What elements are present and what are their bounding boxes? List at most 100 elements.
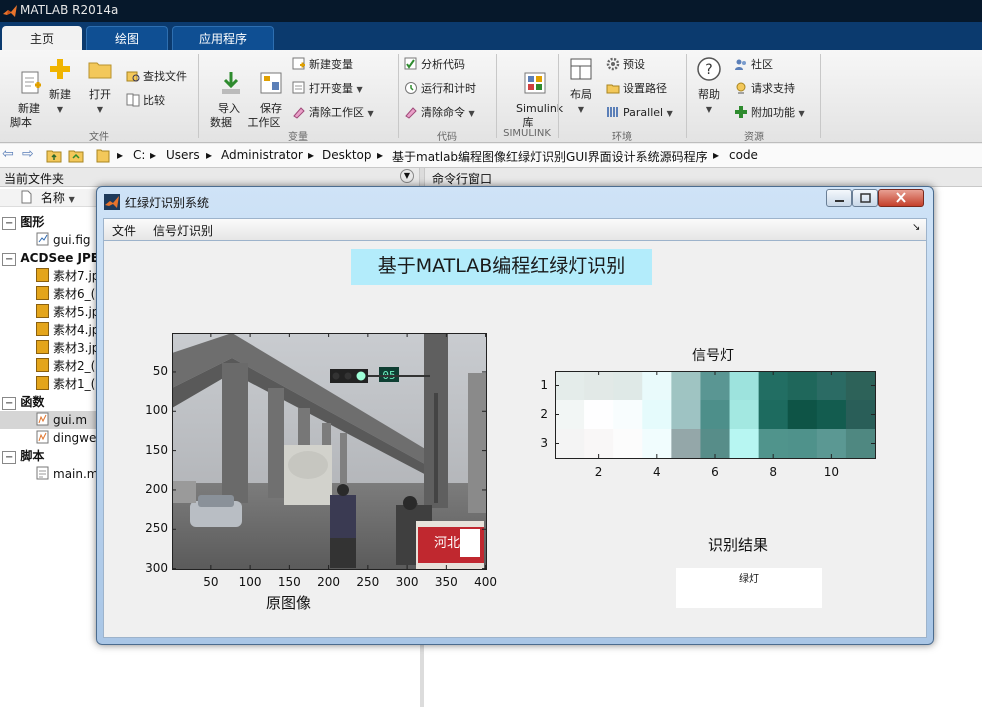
breadcrumb-users[interactable]: Users xyxy=(166,148,200,162)
compare-button[interactable]: 比较 xyxy=(126,92,165,110)
clear-commands-label: 清除命令 xyxy=(421,106,465,119)
maximize-button[interactable] xyxy=(852,189,878,207)
breadcrumb-administrator[interactable]: Administrator xyxy=(221,148,303,162)
heatmap-cell xyxy=(584,400,614,430)
close-icon xyxy=(896,192,906,203)
jpeg-file-icon xyxy=(36,304,49,318)
browse-folder-icon[interactable] xyxy=(68,148,84,163)
file-name: 素材4.jp xyxy=(53,323,100,337)
command-window-header: 命令行窗口 xyxy=(424,168,982,187)
compare-label: 比较 xyxy=(143,94,165,107)
file-item[interactable]: 素材7.jp xyxy=(36,267,99,285)
file-item[interactable]: 素材2_( xyxy=(36,357,95,375)
dock-arrow-icon[interactable]: ↘ xyxy=(912,222,920,233)
figure-window: 红绿灯识别系统 文件 信号灯识别 ↘ 基于MATLAB编程红绿灯识别 05 河北… xyxy=(96,186,934,645)
file-item[interactable]: 素材4.jp xyxy=(36,321,99,339)
parallel-label: Parallel xyxy=(623,106,664,119)
svg-text:?: ? xyxy=(705,62,712,78)
heatmap-y-tick-label: 2 xyxy=(540,406,548,421)
file-group-functions[interactable]: − 函数 xyxy=(2,393,44,411)
heatmap-cell xyxy=(555,429,585,459)
file-name: 素材3.jp xyxy=(53,341,100,355)
heatmap-cell xyxy=(642,371,672,401)
collapse-icon: − xyxy=(2,253,17,266)
file-group-scripts[interactable]: − 脚本 xyxy=(2,447,44,465)
panel-actions-icon[interactable]: ▼ xyxy=(400,169,414,183)
new-variable-button[interactable]: 新建变量 xyxy=(292,56,353,74)
file-item[interactable]: 素材5.jp xyxy=(36,303,99,321)
breadcrumb-separator: ▸ xyxy=(117,148,124,162)
file-name: gui.m xyxy=(53,413,88,427)
community-button[interactable]: 社区 xyxy=(734,56,773,74)
open-button[interactable]: 打开 ▼ xyxy=(84,56,116,117)
ribbon-separator xyxy=(558,54,559,138)
tab-home[interactable]: 主页 xyxy=(2,26,82,50)
heatmap-cell xyxy=(555,400,585,430)
clear-workspace-label: 清除工作区 xyxy=(309,106,364,119)
file-item-selected[interactable]: gui.m xyxy=(0,411,100,429)
breadcrumb-separator: ▸ xyxy=(206,148,213,162)
name-column-header[interactable]: 名称 ▼ xyxy=(0,189,100,207)
file-group-jpeg[interactable]: − ACDSee JPEG xyxy=(2,249,109,267)
new-script-label: 新建 脚本 xyxy=(10,102,40,129)
file-item[interactable]: gui.fig xyxy=(36,231,91,249)
forward-arrow-icon[interactable]: ⇨ xyxy=(22,146,34,162)
back-arrow-icon[interactable]: ⇦ xyxy=(2,146,14,162)
add-ons-button[interactable]: 附加功能 ▼ xyxy=(734,104,805,122)
new-button[interactable]: 新建 ▼ xyxy=(44,56,76,117)
heatmap-cell xyxy=(729,429,760,459)
breadcrumb-c[interactable]: C: xyxy=(133,148,145,162)
result-textbox: 绿灯 xyxy=(676,568,822,608)
preferences-button[interactable]: 预设 xyxy=(606,56,645,74)
jpeg-file-icon xyxy=(36,358,49,372)
menu-file[interactable]: 文件 xyxy=(112,222,136,239)
heatmap-cell xyxy=(729,371,760,401)
breadcrumb-code[interactable]: code xyxy=(729,148,758,162)
file-item[interactable]: 素材6_( xyxy=(36,285,95,303)
signal-heatmap-axes xyxy=(555,371,876,459)
analyze-code-button[interactable]: 分析代码 xyxy=(404,56,465,74)
open-variable-button[interactable]: 打开变量 ▼ xyxy=(292,80,363,98)
ribbon-separator xyxy=(820,54,821,138)
clear-workspace-dropdown-icon: ▼ xyxy=(367,109,374,118)
heatmap-cell xyxy=(816,400,847,430)
heatmap-cell xyxy=(787,371,818,401)
file-item[interactable]: dingwe xyxy=(36,429,96,447)
file-item[interactable]: 素材1_( xyxy=(36,375,95,393)
file-name: 素材2_( xyxy=(53,359,96,373)
breadcrumb-project-folder[interactable]: 基于matlab编程图像红绿灯识别GUI界面设计系统源码程序 xyxy=(392,148,708,165)
tab-plots[interactable]: 绘图 xyxy=(86,26,168,50)
image-axes-xlabel: 原图像 xyxy=(266,594,312,612)
breadcrumb-desktop[interactable]: Desktop xyxy=(322,148,372,162)
x-tick-label: 200 xyxy=(317,575,341,589)
clear-commands-button[interactable]: 清除命令 ▼ xyxy=(404,104,475,122)
file-item[interactable]: 素材3.jp xyxy=(36,339,99,357)
find-files-icon xyxy=(126,71,140,82)
parallel-dropdown-icon: ▼ xyxy=(666,109,673,118)
up-folder-icon[interactable] xyxy=(46,148,62,163)
run-and-time-button[interactable]: 运行和计时 xyxy=(404,80,476,98)
group-label: 函数 xyxy=(20,395,45,409)
current-folder-title: 当前文件夹 xyxy=(4,172,65,186)
matlab-logo-icon xyxy=(3,5,17,17)
help-button[interactable]: ? 帮助 ▼ xyxy=(692,56,726,117)
file-item[interactable]: main.m xyxy=(36,465,99,483)
set-path-button[interactable]: 设置路径 xyxy=(606,80,667,98)
minimize-button[interactable] xyxy=(826,189,852,207)
heatmap-cell xyxy=(729,400,760,430)
heatmap-x-tick-label: 4 xyxy=(652,465,661,479)
layout-label: 布局 xyxy=(570,88,592,101)
file-group-figures[interactable]: − 图形 xyxy=(2,213,44,231)
tab-apps[interactable]: 应用程序 xyxy=(172,26,274,50)
request-support-button[interactable]: 请求支持 xyxy=(734,80,795,98)
find-files-button[interactable]: 查找文件 xyxy=(126,68,187,86)
close-button[interactable] xyxy=(878,189,924,207)
x-tick-labels: 50 100 150 200 250 300 350 400 xyxy=(172,573,502,591)
menu-signal-detect[interactable]: 信号灯识别 xyxy=(153,222,213,239)
clear-workspace-button[interactable]: 清除工作区 ▼ xyxy=(292,104,374,122)
jpeg-file-icon xyxy=(36,286,49,300)
collapse-icon: − xyxy=(2,451,17,464)
layout-button[interactable]: 布局 ▼ xyxy=(564,56,598,117)
parallel-button[interactable]: Parallel ▼ xyxy=(606,104,673,122)
clear-commands-dropdown-icon: ▼ xyxy=(468,109,475,118)
